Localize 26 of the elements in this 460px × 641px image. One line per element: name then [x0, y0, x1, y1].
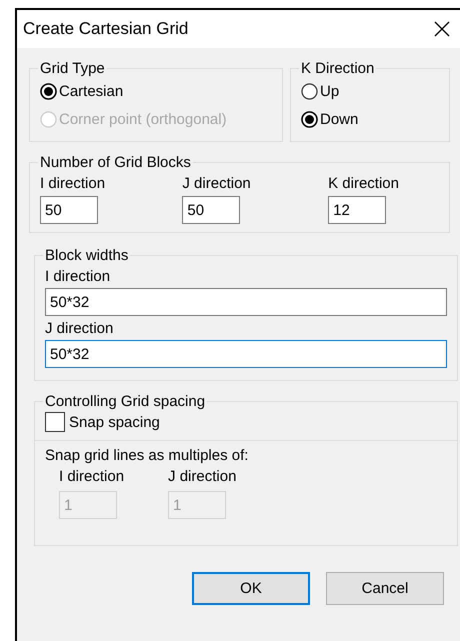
text-field[interactable]: 50 [40, 196, 98, 224]
field-label: J direction [45, 319, 114, 339]
radio-option[interactable]: Up [301, 77, 439, 105]
text-field[interactable]: 50*32 [45, 340, 447, 368]
group-label: Number of Grid Blocks [39, 154, 192, 171]
radio-option[interactable]: Cartesian [40, 77, 272, 105]
dialog-button[interactable]: OK [192, 572, 310, 605]
close-icon[interactable] [434, 21, 450, 37]
window-title: Create Cartesian Grid [23, 19, 188, 39]
text-field[interactable]: 50*32 [45, 288, 447, 316]
text-field[interactable]: 50 [182, 196, 240, 224]
group-label: K Direction [300, 60, 376, 77]
field-label: I direction [59, 468, 124, 485]
field-label: K direction [328, 175, 399, 192]
field-label: J direction [182, 175, 251, 192]
dialog-button[interactable]: Cancel [326, 572, 444, 605]
group-label: Block widths [44, 247, 130, 264]
group-label: Controlling Grid spacing [44, 393, 206, 410]
field-label: J direction [168, 468, 236, 485]
section-label: Snap grid lines as multiples of: [45, 447, 250, 464]
text-field[interactable]: 12 [328, 196, 386, 224]
field-label: I direction [45, 267, 112, 287]
field-label: I direction [40, 175, 106, 192]
radio-option[interactable]: Down [301, 105, 439, 133]
group-label: Grid Type [39, 60, 106, 77]
checkbox[interactable]: Snap spacing [35, 410, 457, 440]
